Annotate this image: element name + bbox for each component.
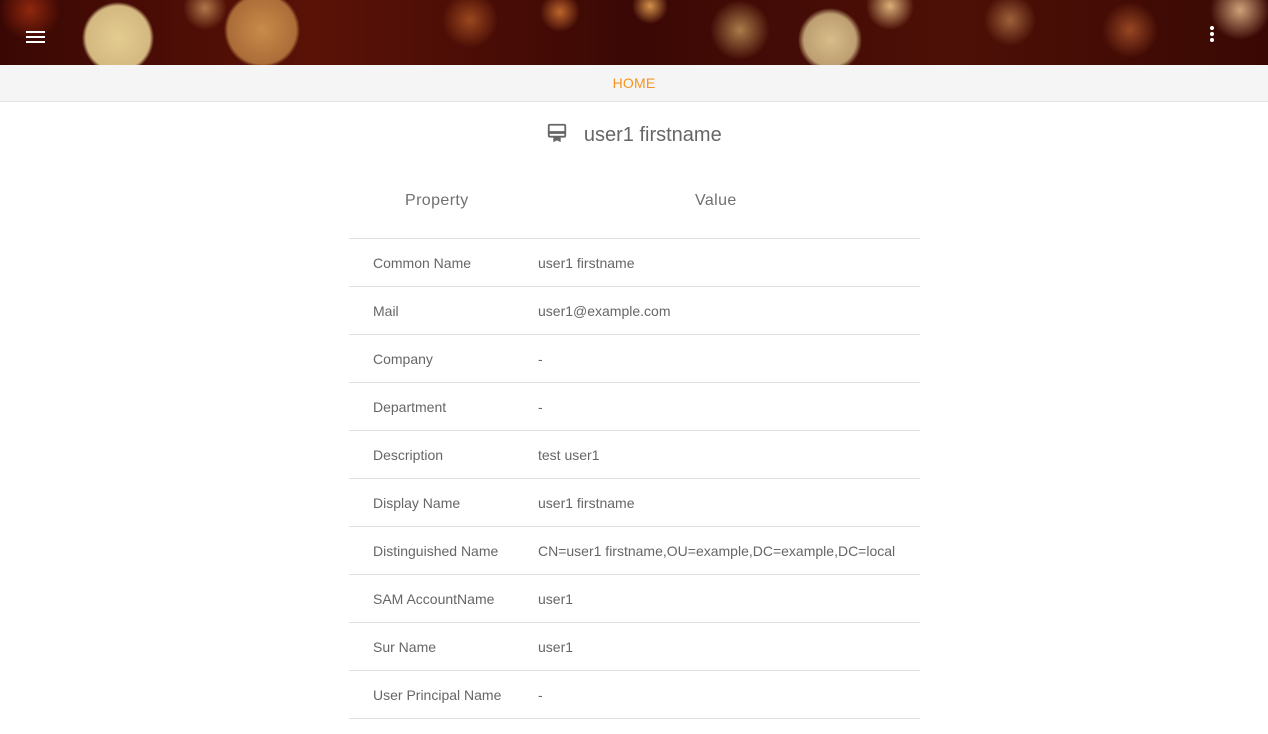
page-title: user1 firstname (0, 122, 1268, 152)
table-row: Display Name user1 firstname (349, 479, 920, 527)
more-vert-icon[interactable] (1204, 22, 1220, 46)
property-value: test user1 (538, 447, 600, 463)
property-name: Sur Name (373, 639, 437, 655)
property-value: - (538, 687, 543, 703)
menu-bar-line (26, 36, 45, 38)
menu-bar-line (26, 31, 45, 33)
property-name: Description (373, 447, 444, 463)
more-dot (1210, 32, 1214, 36)
hamburger-menu-icon[interactable] (25, 28, 47, 46)
table-row: Common Name user1 firstname (349, 239, 920, 287)
table-row: Company - (349, 335, 920, 383)
table-row: Department - (349, 383, 920, 431)
column-header-property: Property (405, 192, 469, 209)
menu-bar-line (26, 41, 45, 43)
property-name: Distinguished Name (373, 543, 499, 559)
property-value: user1 firstname (538, 495, 635, 511)
nav-bar: HOME (0, 65, 1268, 102)
page-title-text: user1 firstname (583, 124, 722, 146)
property-name: Mail (373, 303, 399, 319)
table-row: Description test user1 (349, 431, 920, 479)
table-body: Common Name user1 firstname Mail user1@exam… (349, 239, 920, 719)
property-name: Common Name (373, 255, 472, 271)
property-value: - (538, 351, 543, 367)
property-name: Display Name (373, 495, 461, 511)
property-value: user1 (538, 591, 574, 607)
property-name: User Principal Name (373, 687, 502, 703)
table-row: Distinguished Name CN=user1 firstname,OU=… (349, 527, 920, 575)
property-name: Department (373, 399, 447, 415)
property-value: user1@example.com (538, 303, 671, 319)
table-header: Property Value (349, 168, 920, 239)
table-row: SAM AccountName user1 (349, 575, 920, 623)
nav-home-link[interactable]: HOME (613, 75, 656, 91)
more-dot (1210, 26, 1214, 30)
property-value: user1 (538, 639, 574, 655)
property-value: user1 firstname (538, 255, 635, 271)
property-value: CN=user1 firstname,OU=example,DC=example… (538, 543, 896, 559)
table-row: Sur Name user1 (349, 623, 920, 671)
table-row: User Principal Name - (349, 671, 920, 719)
card-membership-icon (546, 122, 568, 150)
property-value: - (538, 399, 543, 415)
header-banner (0, 0, 1268, 65)
table-row: Mail user1@example.com (349, 287, 920, 335)
property-name: SAM AccountName (373, 591, 495, 607)
properties-table: Property Value Common Name user1 firstnam… (349, 168, 920, 719)
property-name: Company (373, 351, 433, 367)
more-dot (1210, 38, 1214, 42)
column-header-value: Value (695, 192, 737, 209)
